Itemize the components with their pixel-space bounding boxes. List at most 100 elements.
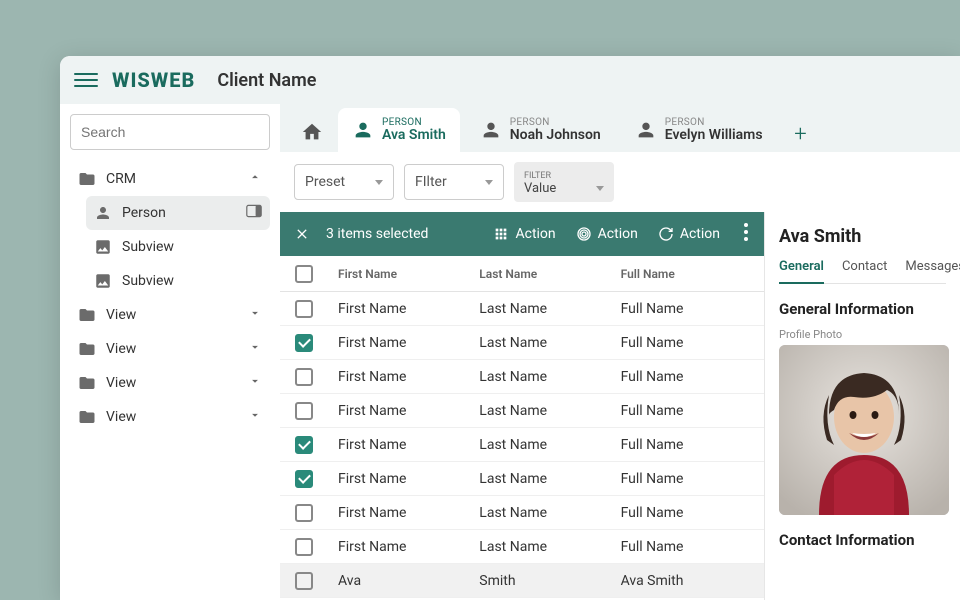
- bulk-action-3[interactable]: Action: [658, 226, 720, 242]
- open-in-panel-icon: [246, 204, 262, 222]
- table-row[interactable]: First NameLast NameFull Name: [280, 394, 764, 428]
- chevron-down-icon: [375, 180, 383, 185]
- select-all-checkbox[interactable]: [295, 265, 313, 283]
- section-contact-heading: Contact Information: [779, 531, 946, 549]
- row-checkbox[interactable]: [295, 402, 313, 420]
- cell-first-name: First Name: [328, 437, 469, 453]
- row-checkbox[interactable]: [295, 538, 313, 556]
- tab-name-label: Ava Smith: [382, 128, 446, 143]
- nav-label: Person: [122, 205, 166, 221]
- cell-last-name: Last Name: [469, 403, 610, 419]
- kebab-icon: [744, 223, 748, 241]
- nav-tree: CRMPersonSubviewSubviewViewViewViewView: [70, 162, 270, 434]
- table-row[interactable]: First NameLast NameFull Name: [280, 428, 764, 462]
- person-icon: [480, 119, 502, 141]
- cell-full-name: Full Name: [611, 403, 764, 419]
- cell-full-name: Full Name: [611, 471, 764, 487]
- close-icon: [294, 226, 310, 242]
- cell-last-name: Last Name: [469, 539, 610, 555]
- sidebar-item-crm[interactable]: CRM: [70, 162, 270, 196]
- sidebar-item-view[interactable]: View: [70, 298, 270, 332]
- tab-name-label: Evelyn Williams: [665, 128, 763, 143]
- tab-evelyn-williams[interactable]: PERSONEvelyn Williams: [621, 108, 777, 152]
- home-icon: [301, 121, 323, 143]
- tab-name-label: Noah Johnson: [510, 128, 601, 143]
- detail-tab-contact[interactable]: Contact: [842, 259, 887, 283]
- clear-selection-button[interactable]: [292, 224, 312, 244]
- cell-last-name: Last Name: [469, 437, 610, 453]
- add-tab-button[interactable]: +: [783, 116, 819, 152]
- filter-label: FIlter: [415, 174, 447, 190]
- cell-first-name: First Name: [328, 301, 469, 317]
- row-checkbox[interactable]: [295, 436, 313, 454]
- table-row[interactable]: First NameLast NameFull Name: [280, 360, 764, 394]
- chevron-down-icon: [248, 374, 262, 392]
- detail-tab-general[interactable]: General: [779, 259, 824, 284]
- chevron-down-icon: [248, 340, 262, 358]
- hamburger-menu-button[interactable]: [74, 68, 98, 92]
- cell-first-name: First Name: [328, 505, 469, 521]
- table-row[interactable]: First NameLast NameFull Name: [280, 462, 764, 496]
- chevron-down-icon: [248, 306, 262, 324]
- sidebar: CRMPersonSubviewSubviewViewViewViewView: [60, 104, 280, 600]
- row-checkbox[interactable]: [295, 504, 313, 522]
- row-checkbox[interactable]: [295, 334, 313, 352]
- cell-last-name: Smith: [469, 573, 610, 589]
- row-checkbox[interactable]: [295, 300, 313, 318]
- tab-ava-smith[interactable]: PERSONAva Smith: [338, 108, 460, 152]
- cell-first-name: First Name: [328, 539, 469, 555]
- more-actions-button[interactable]: [740, 223, 752, 245]
- selection-count-text: 3 items selected: [326, 226, 428, 242]
- table-row[interactable]: AvaSmithAva Smith: [280, 564, 764, 598]
- column-header-first-name[interactable]: First Name: [328, 267, 469, 281]
- grid-icon: [493, 226, 509, 242]
- filter-dropdown[interactable]: FIlter: [404, 164, 504, 200]
- nav-label: View: [106, 341, 136, 357]
- cell-full-name: Full Name: [611, 437, 764, 453]
- table-row[interactable]: First NameLast NameFull Name: [280, 496, 764, 530]
- sidebar-item-view[interactable]: View: [70, 400, 270, 434]
- column-header-full-name[interactable]: Full Name: [611, 267, 764, 281]
- row-checkbox[interactable]: [295, 470, 313, 488]
- cell-first-name: First Name: [328, 403, 469, 419]
- fingerprint-icon: [576, 226, 592, 242]
- row-checkbox[interactable]: [295, 572, 313, 590]
- bulk-action-1[interactable]: Action: [493, 226, 555, 242]
- bulk-action-2[interactable]: Action: [576, 226, 638, 242]
- chevron-up-icon: [248, 170, 262, 188]
- sidebar-item-subview[interactable]: Subview: [86, 264, 270, 298]
- cell-full-name: Full Name: [611, 539, 764, 555]
- search-input[interactable]: [81, 124, 262, 140]
- action-label: Action: [680, 226, 720, 242]
- list-toolbar: Preset FIlter FILTER Value: [280, 152, 960, 212]
- cell-full-name: Full Name: [611, 369, 764, 385]
- cell-last-name: Last Name: [469, 505, 610, 521]
- row-checkbox[interactable]: [295, 368, 313, 386]
- preset-dropdown[interactable]: Preset: [294, 164, 394, 200]
- sidebar-item-person[interactable]: Person: [86, 196, 270, 230]
- profile-photo-label: Profile Photo: [779, 328, 946, 341]
- search-box[interactable]: [70, 114, 270, 150]
- client-name-label: Client Name: [217, 70, 316, 91]
- column-header-last-name[interactable]: Last Name: [469, 267, 610, 281]
- home-button[interactable]: [292, 112, 332, 152]
- cell-full-name: Full Name: [611, 335, 764, 351]
- cell-first-name: First Name: [328, 369, 469, 385]
- profile-photo[interactable]: [779, 345, 949, 515]
- filter-block-value: Value: [524, 181, 556, 196]
- filter-value-block[interactable]: FILTER Value: [514, 162, 614, 202]
- sidebar-item-view[interactable]: View: [70, 332, 270, 366]
- table-row[interactable]: First NameLast NameFull Name: [280, 292, 764, 326]
- detail-tab-messages[interactable]: Messages: [905, 259, 960, 283]
- filter-block-label: FILTER: [524, 171, 604, 181]
- cell-full-name: Full Name: [611, 505, 764, 521]
- sidebar-item-subview[interactable]: Subview: [86, 230, 270, 264]
- sidebar-item-view[interactable]: View: [70, 366, 270, 400]
- cell-full-name: Ava Smith: [611, 573, 764, 589]
- table-row[interactable]: First NameLast NameFull Name: [280, 530, 764, 564]
- refresh-icon: [658, 226, 674, 242]
- cell-last-name: Last Name: [469, 369, 610, 385]
- tab-noah-johnson[interactable]: PERSONNoah Johnson: [466, 108, 615, 152]
- table-row[interactable]: First NameLast NameFull Name: [280, 326, 764, 360]
- detail-title: Ava Smith: [779, 226, 946, 247]
